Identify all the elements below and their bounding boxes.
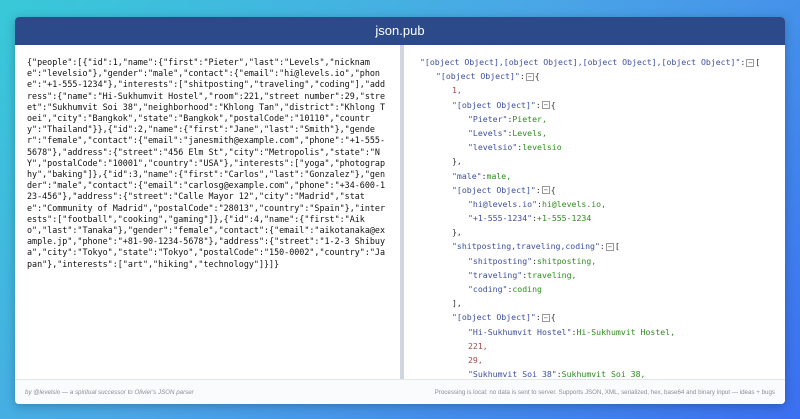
tree-bracket: { xyxy=(534,71,540,82)
tree-line: }, xyxy=(420,225,785,239)
collapse-toggle-icon[interactable]: − xyxy=(525,72,534,81)
tree-key: "Pieter" xyxy=(468,113,508,124)
tree-bracket: }, xyxy=(452,227,462,238)
tree-key: "Hi-Sukhumvit Hostel" xyxy=(468,326,572,337)
tree-string-value: male, xyxy=(486,170,512,181)
collapse-toggle-icon[interactable]: − xyxy=(541,101,550,110)
tree-bracket: { xyxy=(550,99,556,110)
json-tree-pane: "[object Object],[object Object],[object… xyxy=(404,45,785,379)
tree-line: "[object Object],[object Object],[object… xyxy=(420,55,785,69)
tree-colon: : xyxy=(535,99,541,110)
tree-string-value: shitposting, xyxy=(537,255,597,266)
tree-line: "[object Object]": −{ xyxy=(420,310,785,324)
tree-line: "shitposting":shitposting, xyxy=(420,254,785,268)
tree-number-value: 221, xyxy=(468,340,488,351)
collapse-toggle-icon[interactable]: − xyxy=(605,242,614,251)
tree-line: "shitposting,traveling,coding": −[ xyxy=(420,239,785,253)
tree-key: "Sukhumvit Soi 38" xyxy=(468,369,557,379)
collapse-toggle-icon[interactable]: − xyxy=(746,58,755,67)
tree-line: "[object Object]": −{ xyxy=(420,98,785,112)
tree-key: "shitposting" xyxy=(468,255,533,266)
json-input-pane[interactable]: {"people":[{"id":1,"name":{"first":"Piet… xyxy=(15,45,404,379)
tree-key: "male" xyxy=(452,170,482,181)
tree-key: "[object Object]" xyxy=(436,71,520,82)
tree-bracket: ], xyxy=(452,298,462,309)
tree-line: "male":male, xyxy=(420,169,785,183)
tree-string-value: Hi-Sukhumvit Hostel, xyxy=(576,326,676,337)
tree-key: "[object Object]" xyxy=(452,312,536,323)
tree-string-value: Pieter, xyxy=(512,113,547,124)
tree-string-value: levelsio xyxy=(522,142,562,153)
tree-string-value: Sukhumvit Soi 38, xyxy=(561,369,646,379)
editor-panes: {"people":[{"id":1,"name":{"first":"Piet… xyxy=(15,45,785,379)
footer-credit: by @levelsio — a spiritual successor to … xyxy=(25,389,194,396)
json-input-text[interactable]: {"people":[{"id":1,"name":{"first":"Piet… xyxy=(27,57,390,270)
tree-key: "shitposting,traveling,coding" xyxy=(452,241,600,252)
tree-bracket: }, xyxy=(452,156,462,167)
tree-key: "[object Object],[object Object],[object… xyxy=(420,57,741,67)
tree-bracket: [ xyxy=(755,57,761,67)
tree-line: "Hi-Sukhumvit Hostel":Hi-Sukhumvit Hoste… xyxy=(420,325,785,339)
tree-bracket: [ xyxy=(614,241,620,252)
tree-line: 1, xyxy=(420,83,785,97)
tree-string-value: hi@levels.io, xyxy=(541,198,607,209)
tree-colon: : xyxy=(599,241,605,252)
footer-info: Processing is local: no data is sent to … xyxy=(434,389,775,396)
tree-line: "[object Object]": −{ xyxy=(420,69,785,83)
tree-colon: : xyxy=(740,57,746,67)
tree-line: }, xyxy=(420,154,785,168)
tree-bracket: { xyxy=(550,184,556,195)
tree-string-value: traveling, xyxy=(527,269,577,280)
tree-colon: : xyxy=(535,184,541,195)
tree-string-value: coding xyxy=(512,284,542,294)
tree-line: "+1-555-1234":+1-555-1234 xyxy=(420,211,785,225)
app-window: json.pub {"people":[{"id":1,"name":{"fir… xyxy=(15,17,785,404)
tree-string-value: Levels, xyxy=(512,127,547,138)
tree-line: ], xyxy=(420,296,785,310)
collapse-toggle-icon[interactable]: − xyxy=(541,186,550,195)
tree-line: 221, xyxy=(420,339,785,353)
tree-line: "coding":coding xyxy=(420,282,785,296)
tree-key: "Levels" xyxy=(468,127,508,138)
tree-number-value: 1, xyxy=(452,85,462,96)
tree-colon: : xyxy=(535,312,541,323)
tree-line: "levelsio":levelsio xyxy=(420,140,785,154)
tree-colon: : xyxy=(519,71,525,82)
tree-line: "traveling":traveling, xyxy=(420,268,785,282)
tree-line: "Sukhumvit Soi 38":Sukhumvit Soi 38, xyxy=(420,367,785,379)
tree-key: "hi@levels.io" xyxy=(468,198,538,209)
tree-line: "Levels":Levels, xyxy=(420,126,785,140)
tree-bracket: { xyxy=(550,312,556,323)
tree-line: "[object Object]": −{ xyxy=(420,183,785,197)
tree-key: "+1-555-1234" xyxy=(468,213,533,224)
tree-line: 29, xyxy=(420,353,785,367)
tree-string-value: +1-555-1234 xyxy=(537,213,592,224)
tree-key: "[object Object]" xyxy=(452,184,536,195)
collapse-toggle-icon[interactable]: − xyxy=(541,313,550,322)
app-title: json.pub xyxy=(15,17,785,45)
tree-number-value: 29, xyxy=(468,354,483,365)
tree-key: "coding" xyxy=(468,284,508,294)
tree-key: "levelsio" xyxy=(468,142,518,153)
tree-key: "traveling" xyxy=(468,269,523,280)
tree-line: "Pieter":Pieter, xyxy=(420,112,785,126)
tree-line: "hi@levels.io":hi@levels.io, xyxy=(420,197,785,211)
footer: by @levelsio — a spiritual successor to … xyxy=(15,379,785,404)
tree-key: "[object Object]" xyxy=(452,99,536,110)
